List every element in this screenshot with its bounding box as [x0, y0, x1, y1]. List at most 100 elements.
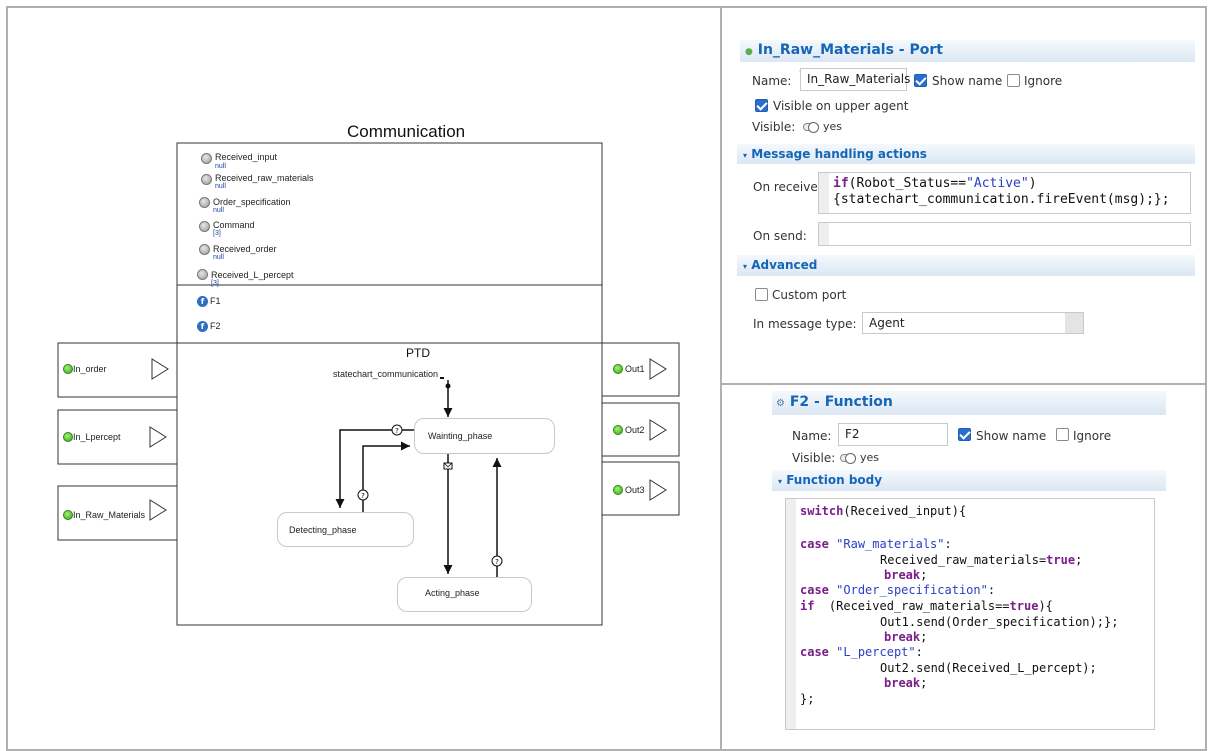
dropdown-area	[1065, 313, 1083, 333]
ignore-label: Ignore	[1073, 429, 1112, 443]
port-icon	[613, 364, 623, 374]
code-text: :	[987, 583, 996, 597]
show-name-checkbox[interactable]	[958, 428, 971, 441]
message-section-header[interactable]: ▾ Message handling actions	[737, 144, 1195, 164]
code-line: Out2.send(Received_L_percept);	[880, 661, 1097, 675]
ignore-label: Ignore	[1024, 74, 1063, 88]
gear-icon: ⚙	[776, 398, 785, 409]
code-line: Out1.send(Order_specification);};	[880, 615, 1119, 629]
variable-icon	[199, 197, 210, 208]
variable-name[interactable]: Order_specification	[213, 197, 291, 207]
function-body-editor[interactable]: switch(Received_input){ case "Raw_materi…	[785, 498, 1155, 730]
collapse-icon: ▾	[778, 477, 783, 486]
code-keyword: case	[800, 645, 829, 659]
on-send-editor[interactable]	[818, 222, 1191, 246]
variable-name[interactable]: Received_raw_materials	[215, 173, 314, 183]
code-text: :	[915, 645, 923, 659]
message-section-title: Message handling actions	[751, 147, 927, 161]
visible-toggle[interactable]	[840, 453, 856, 464]
visible-value: yes	[823, 120, 843, 133]
custom-port-label: Custom port	[772, 288, 847, 302]
code-line: case "L_percept":	[800, 645, 923, 660]
editor-gutter	[819, 173, 829, 213]
function-name-input[interactable]: F2	[838, 423, 948, 446]
code-keyword: break	[884, 630, 921, 644]
code-line: case "Order_specification":	[800, 583, 995, 598]
visible-upper-checkbox[interactable]	[755, 99, 768, 112]
on-receive-label: On receive:	[753, 180, 822, 194]
variable-value: null	[215, 183, 226, 190]
in-port-label[interactable]: In_order	[73, 364, 107, 374]
name-label: Name:	[792, 429, 832, 443]
function-icon: f	[197, 296, 208, 307]
state-detecting[interactable]: Detecting_phase	[277, 512, 414, 547]
collapse-icon: ▾	[743, 262, 748, 271]
code-line: };	[800, 692, 815, 706]
message-type-label: In message type:	[753, 317, 857, 331]
state-acting[interactable]: Acting_phase	[397, 577, 532, 612]
custom-port-checkbox[interactable]	[755, 288, 768, 301]
function-body-header[interactable]: ▾ Function body	[772, 470, 1166, 491]
out-port-label[interactable]: Out1	[625, 364, 645, 374]
code-line: break;	[884, 630, 927, 645]
code-keyword: case	[800, 537, 829, 551]
function-panel-title: F2 - Function	[789, 394, 893, 410]
statechart-label[interactable]: statechart_communication	[333, 369, 438, 379]
on-send-label: On send:	[753, 229, 807, 243]
code-keyword: true	[1009, 599, 1039, 613]
ignore-checkbox[interactable]	[1056, 428, 1069, 441]
svg-text:?: ?	[495, 558, 499, 566]
function-panel-header: ⚙ F2 - Function	[772, 391, 1166, 415]
visible-label: Visible:	[792, 451, 836, 465]
port-panel-title: In_Raw_Materials - Port	[757, 42, 943, 58]
show-name-checkbox[interactable]	[914, 74, 927, 87]
port-icon	[63, 364, 73, 374]
agent-title: Communication	[347, 122, 466, 141]
message-type-value: Agent	[869, 316, 905, 330]
on-receive-editor[interactable]: if(Robot_Status=="Active") {statechart_c…	[818, 172, 1191, 214]
state-waiting[interactable]: Wainting_phase	[414, 418, 555, 454]
port-icon	[613, 485, 623, 495]
ignore-checkbox[interactable]	[1007, 74, 1020, 87]
function-name[interactable]: F1	[210, 296, 221, 306]
show-name-label: Show name	[932, 74, 1003, 88]
port-name-input[interactable]: In_Raw_Materials	[800, 68, 910, 91]
editor-gutter	[819, 223, 829, 245]
function-body-title: Function body	[786, 473, 883, 487]
advanced-section-header[interactable]: ▾ Advanced	[737, 255, 1195, 276]
variable-value: null	[213, 207, 224, 214]
function-name[interactable]: F2	[210, 321, 221, 331]
on-receive-code-line2: {statechart_communication.fireEvent(msg)…	[833, 192, 1170, 207]
code-text: (Robot_Status==	[848, 176, 967, 191]
variable-value: [3]	[213, 230, 221, 237]
code-keyword: break	[884, 676, 921, 690]
out-port-label[interactable]: Out3	[625, 485, 645, 495]
in-port-label[interactable]: In_Lpercept	[73, 432, 121, 442]
code-string: "Active"	[966, 176, 1029, 191]
visible-upper-label: Visible on upper agent	[773, 99, 909, 113]
on-receive-code-line1: if(Robot_Status=="Active")	[833, 176, 1037, 191]
variable-name[interactable]: Received_L_percept	[211, 270, 294, 280]
variable-icon	[197, 269, 208, 280]
message-type-input[interactable]: Agent	[862, 312, 1084, 334]
variable-icon	[199, 244, 210, 255]
variable-name[interactable]: Received_order	[213, 244, 277, 254]
visible-toggle[interactable]	[803, 122, 819, 133]
state-label: Detecting_phase	[289, 525, 357, 535]
in-port-label[interactable]: In_Raw_Materials	[73, 510, 145, 520]
svg-text:?: ?	[361, 492, 365, 500]
ptd-label: PTD	[406, 346, 430, 360]
code-keyword: switch	[800, 504, 844, 518]
visible-value: yes	[860, 451, 880, 464]
code-string: "L_percept"	[836, 645, 916, 659]
code-line: break;	[884, 676, 927, 691]
variable-name[interactable]: Received_input	[215, 152, 277, 162]
variable-name[interactable]: Command	[213, 220, 255, 230]
code-keyword: if	[800, 599, 815, 613]
code-text: (Received_input){	[843, 504, 967, 518]
code-text: :	[944, 537, 952, 551]
code-text: ){	[1038, 599, 1053, 613]
code-keyword: true	[1046, 553, 1076, 567]
out-port-label[interactable]: Out2	[625, 425, 645, 435]
code-text: ;	[920, 676, 928, 690]
